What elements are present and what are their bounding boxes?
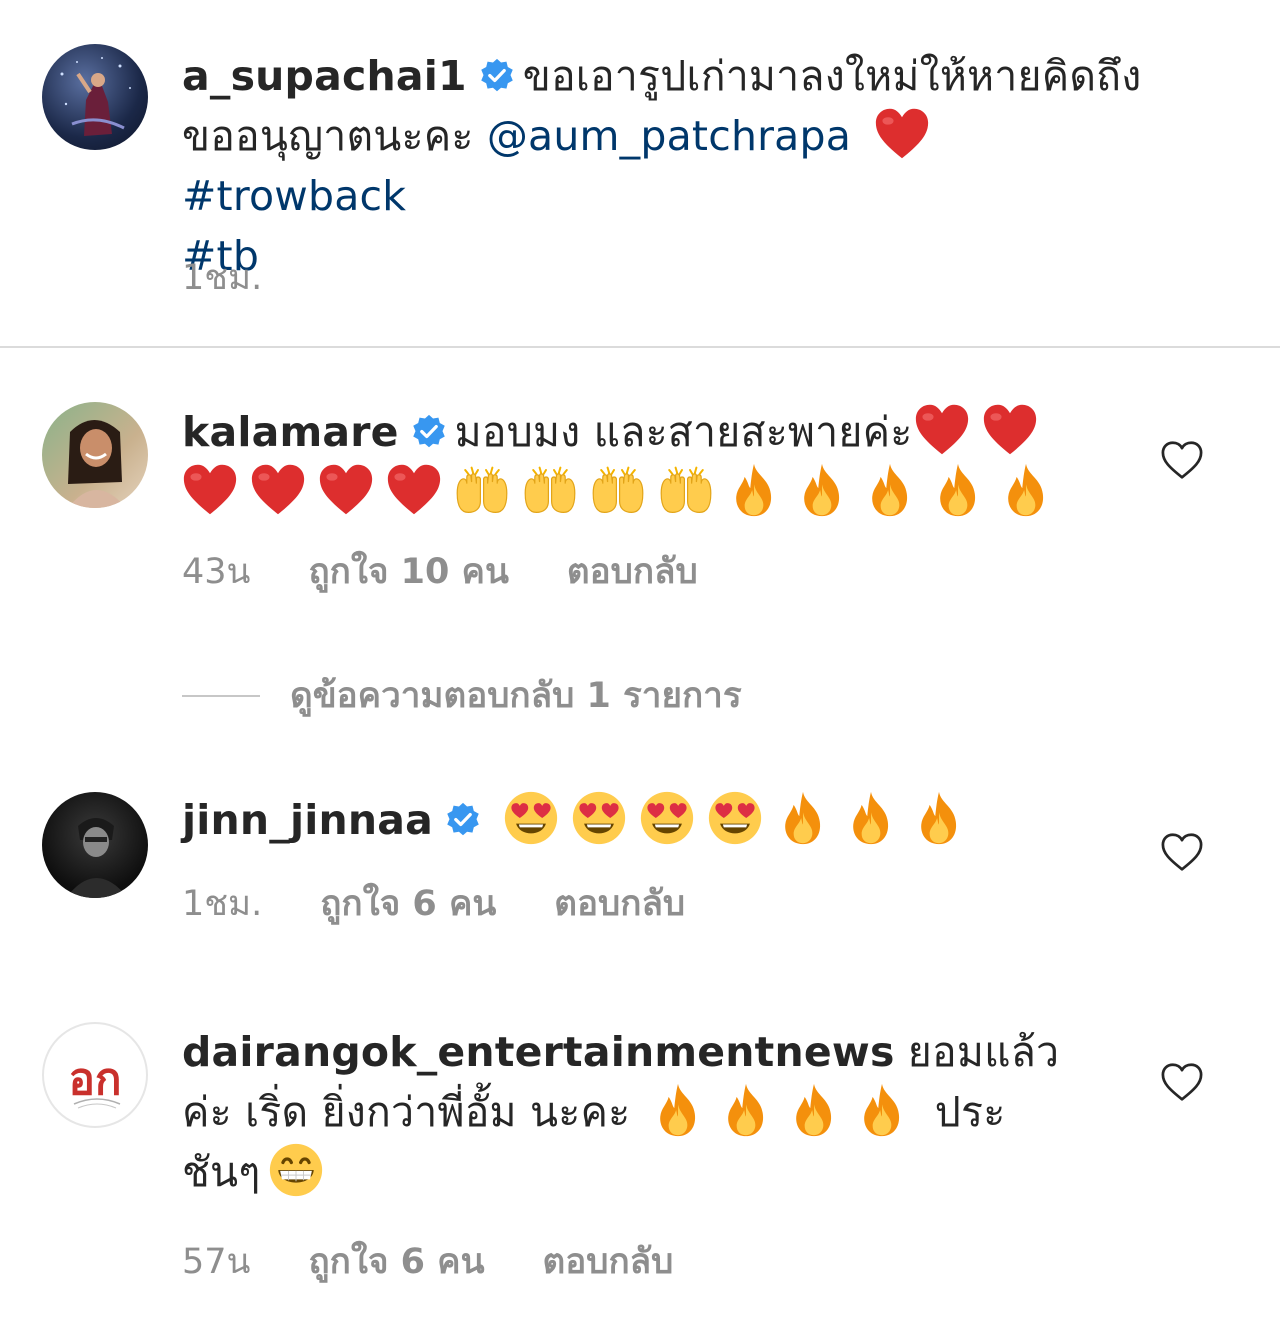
like-heart-icon[interactable] bbox=[1160, 832, 1204, 872]
verified-badge-icon bbox=[411, 414, 447, 450]
avatar-image bbox=[60, 57, 131, 136]
heart-emoji bbox=[386, 462, 442, 518]
fire-emoji bbox=[650, 1082, 706, 1138]
comment-kalamare: kalamare มอบมง และสายสะพายค่ะ bbox=[182, 402, 1170, 522]
comment-time: 1ชม. bbox=[182, 884, 263, 924]
comment-text: ชันๆ bbox=[182, 1148, 261, 1196]
reply-button[interactable]: ตอบกลับ bbox=[543, 1242, 674, 1282]
fire-emoji bbox=[998, 462, 1054, 518]
avatar[interactable] bbox=[42, 44, 148, 150]
fire-emoji bbox=[794, 462, 850, 518]
like-heart-icon[interactable] bbox=[1160, 1062, 1204, 1102]
crown-logo-icon bbox=[73, 1098, 121, 1109]
fire-emoji bbox=[843, 790, 899, 846]
fire-emoji bbox=[726, 462, 782, 518]
reply-button[interactable]: ตอบกลับ bbox=[554, 884, 685, 924]
fire-emoji bbox=[854, 1082, 910, 1138]
heart-emoji bbox=[874, 106, 930, 162]
likes-count[interactable]: ถูกใจ 10 คน bbox=[308, 552, 508, 592]
comment-time: 57น bbox=[182, 1242, 251, 1282]
post-caption: a_supachai1 ขอเอารูปเก่ามาลงใหม่ให้หายคิด… bbox=[182, 46, 1170, 286]
raising-hands-emoji bbox=[658, 462, 714, 518]
caption-line2: ขออนุญาตนะคะ bbox=[182, 112, 487, 160]
heart-eyes-emoji bbox=[571, 790, 627, 846]
reply-button[interactable]: ตอบกลับ bbox=[567, 552, 698, 592]
verified-badge-icon bbox=[445, 802, 481, 838]
avatar[interactable] bbox=[42, 402, 148, 508]
view-replies[interactable]: ดูข้อความตอบกลับ 1 รายการ bbox=[182, 668, 742, 723]
raising-hands-emoji bbox=[590, 462, 646, 518]
heart-emoji bbox=[250, 462, 306, 518]
comment-text: มอบมง และสายสะพายค่ะ bbox=[454, 408, 913, 456]
avatar-image bbox=[66, 818, 128, 898]
comment-username[interactable]: jinn_jinnaa bbox=[182, 796, 433, 844]
post-time: 1ชม. bbox=[182, 258, 263, 298]
heart-emoji bbox=[318, 462, 374, 518]
raising-hands-emoji bbox=[522, 462, 578, 518]
likes-count[interactable]: ถูกใจ 6 คน bbox=[320, 884, 496, 924]
fire-emoji bbox=[718, 1082, 774, 1138]
fire-emoji bbox=[775, 790, 831, 846]
comment-meta: 1ชม. ถูกใจ 6 คน ตอบกลับ bbox=[182, 876, 743, 931]
verified-badge-icon bbox=[479, 58, 515, 94]
hashtag-trowback[interactable]: #trowback bbox=[182, 172, 406, 220]
comment-meta: 43น ถูกใจ 10 คน ตอบกลับ bbox=[182, 544, 756, 599]
comment-username[interactable]: kalamare bbox=[182, 408, 399, 456]
avatar[interactable] bbox=[42, 792, 148, 898]
fire-emoji bbox=[786, 1082, 842, 1138]
comment-text: ประ bbox=[934, 1088, 1006, 1136]
avatar[interactable]: อก bbox=[42, 1022, 148, 1128]
post-username[interactable]: a_supachai1 bbox=[182, 52, 467, 100]
comment-meta: 57น ถูกใจ 6 คน ตอบกลับ bbox=[182, 1234, 731, 1289]
heart-emoji bbox=[982, 402, 1038, 458]
likes-count[interactable]: ถูกใจ 6 คน bbox=[308, 1242, 484, 1282]
comment-time: 43น bbox=[182, 552, 251, 592]
like-heart-icon[interactable] bbox=[1160, 440, 1204, 480]
mention-link[interactable]: @aum_patchrapa bbox=[487, 112, 851, 160]
comment-text: ยอมแล้ว bbox=[907, 1028, 1060, 1076]
comment-dairangok: dairangok_entertainmentnews ยอมแล้ว ค่ะ … bbox=[182, 1022, 1170, 1202]
fire-emoji bbox=[862, 462, 918, 518]
divider bbox=[0, 346, 1280, 348]
heart-emoji bbox=[914, 402, 970, 458]
fire-emoji bbox=[930, 462, 986, 518]
comment-username[interactable]: dairangok_entertainmentnews bbox=[182, 1028, 895, 1076]
heart-eyes-emoji bbox=[503, 790, 559, 846]
heart-eyes-emoji bbox=[639, 790, 695, 846]
avatar-image bbox=[68, 420, 126, 508]
heart-emoji bbox=[182, 462, 238, 518]
replies-line bbox=[182, 694, 260, 697]
raising-hands-emoji bbox=[454, 462, 510, 518]
comment-text: ค่ะ เริ่ด ยิ่งกว่าพี่อั้ม นะคะ bbox=[182, 1088, 631, 1136]
caption-line1: ขอเอารูปเก่ามาลงใหม่ให้หายคิดถึง bbox=[522, 52, 1142, 100]
grinning-emoji bbox=[268, 1142, 324, 1198]
comment-jinn: jinn_jinnaa bbox=[182, 790, 1170, 850]
fire-emoji bbox=[911, 790, 967, 846]
heart-eyes-emoji bbox=[707, 790, 763, 846]
view-replies-label: ดูข้อความตอบกลับ 1 รายการ bbox=[290, 676, 742, 716]
